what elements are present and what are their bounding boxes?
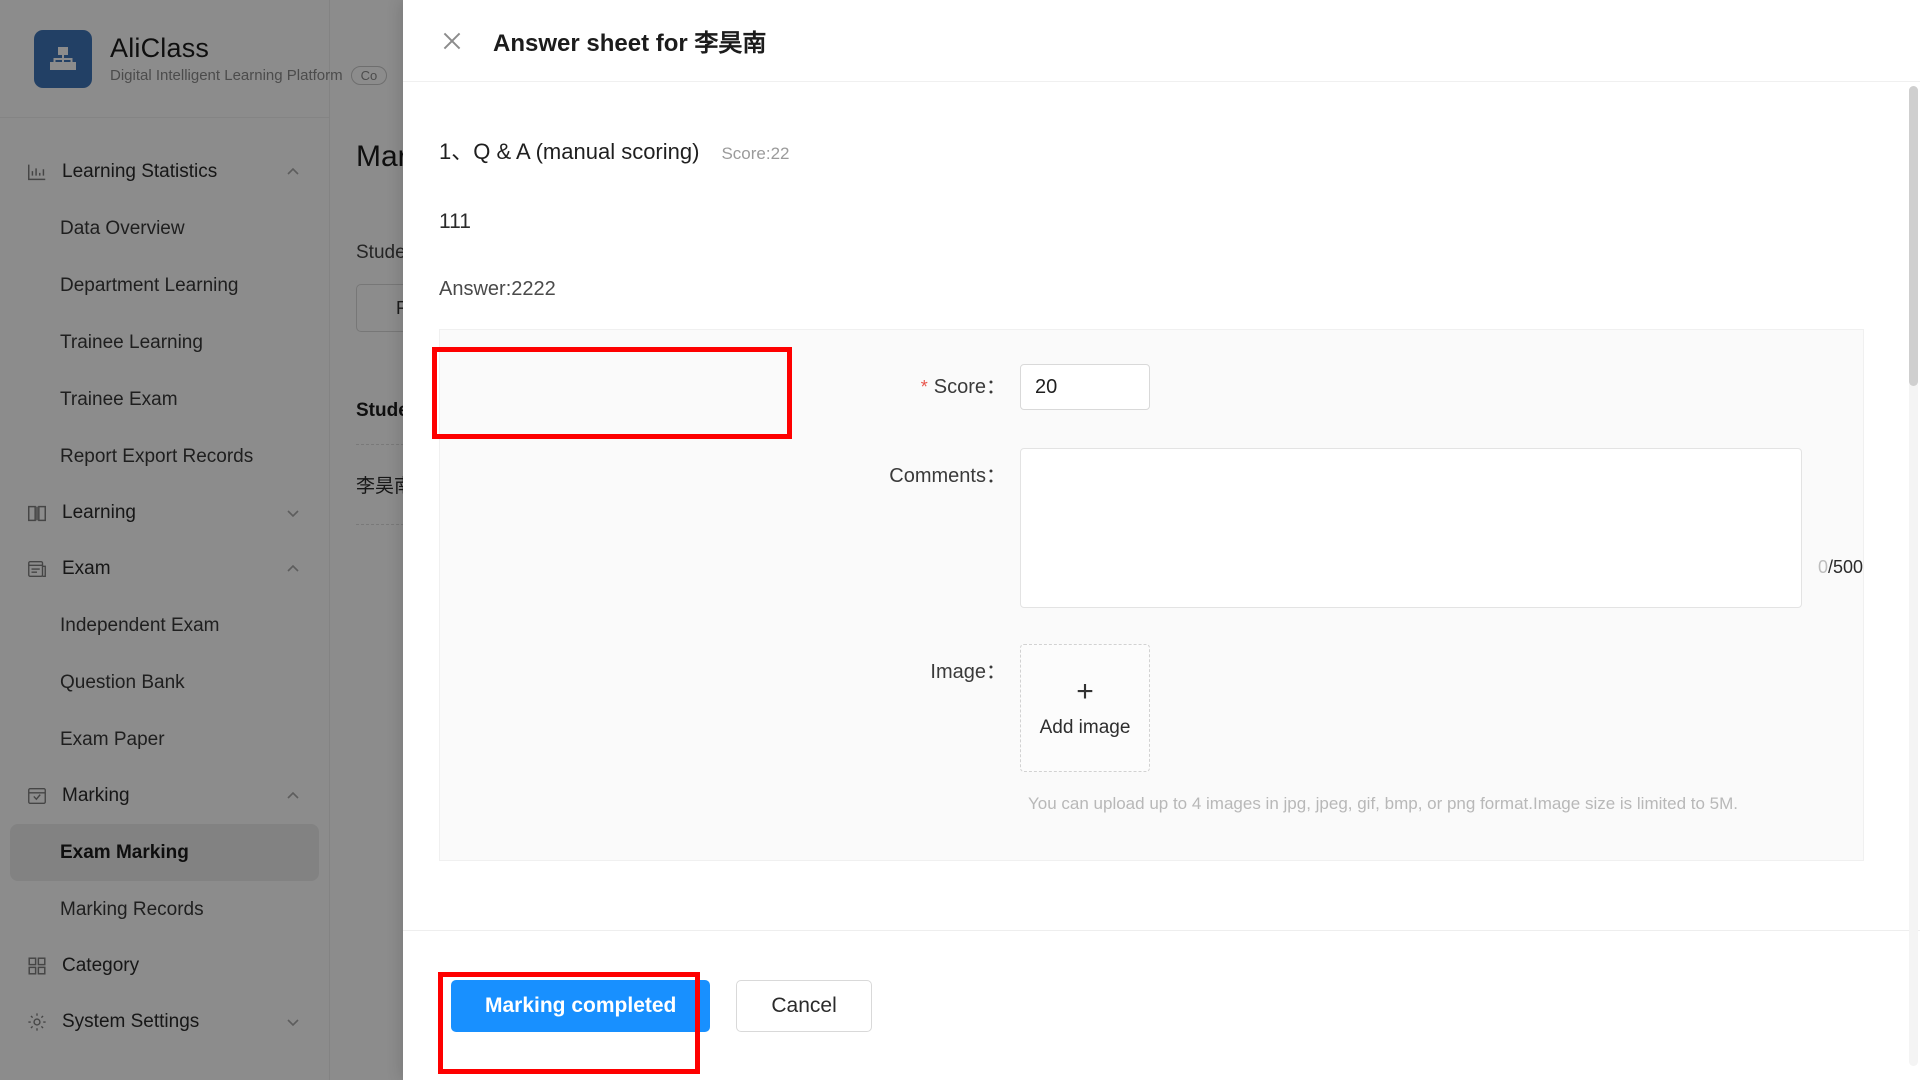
- add-image-button[interactable]: + Add image: [1020, 644, 1150, 772]
- cancel-button[interactable]: Cancel: [736, 979, 872, 1032]
- question-stem: 111: [439, 210, 471, 233]
- required-star: *: [920, 377, 928, 397]
- answer-sheet-modal: Answer sheet for 李昊南 1、Q & A (manual sco…: [403, 0, 1920, 1080]
- question-title: 1、Q & A (manual scoring): [439, 139, 700, 164]
- comments-textarea[interactable]: [1020, 448, 1802, 608]
- modal-scrollbar-thumb[interactable]: [1909, 86, 1918, 386]
- marking-completed-button[interactable]: Marking completed: [451, 979, 711, 1032]
- question-header: 1、Q & A (manual scoring) Score:22: [439, 134, 1896, 166]
- modal-scrollbar[interactable]: [1909, 86, 1918, 1066]
- image-label: Image：: [930, 661, 1006, 683]
- score-row: * Score：: [440, 364, 1863, 410]
- upload-hint: You can upload up to 4 images in jpg, jp…: [1028, 794, 1738, 813]
- screen-root: AliClass Digital Intelligent Learning Pl…: [0, 0, 1920, 1080]
- add-image-label: Add image: [1039, 717, 1131, 738]
- comments-label: Comments：: [889, 465, 1006, 487]
- modal-body: 1、Q & A (manual scoring) Score:22 111 An…: [403, 82, 1920, 930]
- score-label-text: Score：: [933, 376, 1006, 398]
- comments-row: Comments： 0/500: [440, 448, 1863, 608]
- comments-character-counter: 0/500: [1818, 479, 1863, 578]
- counter-max: /500: [1827, 556, 1863, 577]
- counter-current: 0: [1817, 556, 1828, 577]
- grading-form: *Score： Comments： 0/500 Image： + Add ima: [439, 329, 1864, 861]
- score-label: * Score：: [440, 364, 1020, 410]
- student-answer: Answer:2222: [439, 278, 556, 300]
- plus-icon: +: [1076, 675, 1094, 708]
- score-input[interactable]: [1020, 364, 1150, 410]
- question-max-score: Score:22: [721, 144, 790, 163]
- close-icon[interactable]: [439, 28, 465, 54]
- modal-footer: Marking completed Cancel: [403, 930, 1920, 1080]
- image-row: Image： + Add image: [440, 644, 1863, 772]
- modal-header: Answer sheet for 李昊南: [403, 0, 1920, 82]
- modal-title: Answer sheet for 李昊南: [493, 30, 767, 57]
